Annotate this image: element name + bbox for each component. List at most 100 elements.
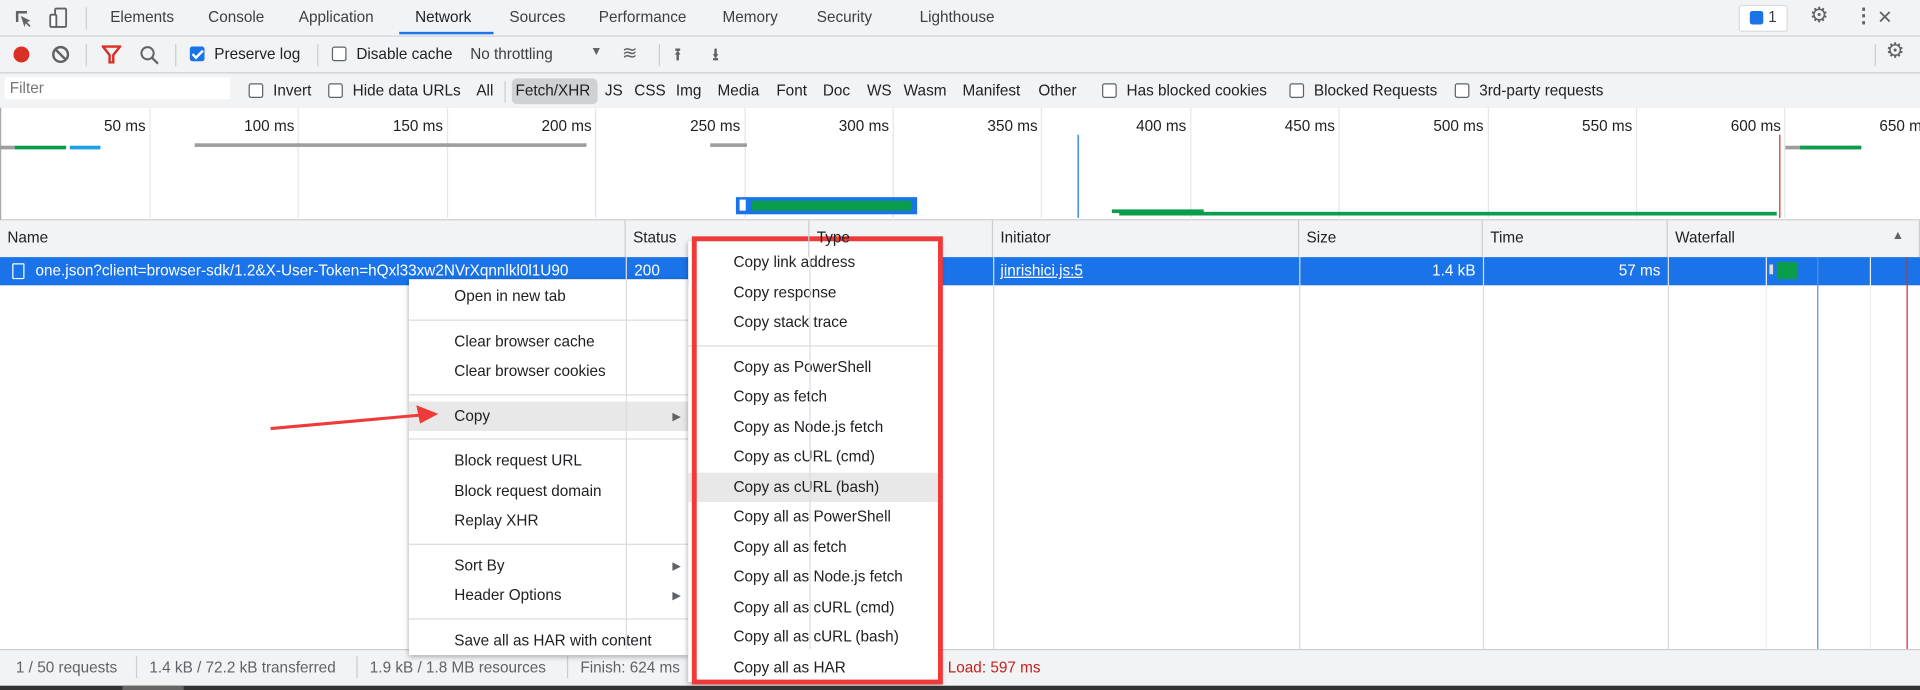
menu-item-clear-browser-cookies[interactable]: Clear browser cookies [409,356,688,385]
menu-item-save-all-as-har-with-content[interactable]: Save all as HAR with content [409,625,688,654]
filter-type-img[interactable]: Img [676,82,702,99]
window-bottom-edge [0,685,1920,690]
tab-elements[interactable]: Elements [110,9,174,26]
submenu-item-copy-as-node-js-fetch[interactable]: Copy as Node.js fetch [688,412,940,441]
column-header-waterfall[interactable]: Waterfall [1668,220,1920,258]
menu-item-open-in-new-tab[interactable]: Open in new tab [409,282,688,311]
tab-console[interactable]: Console [208,9,264,26]
menu-item-label: Open in new tab [454,287,566,305]
column-divider [809,257,811,649]
has-blocked-cookies-checkbox[interactable] [1102,83,1117,98]
menu-item-label: Copy all as fetch [733,538,847,556]
blocked-requests-checkbox[interactable] [1289,83,1305,98]
close-devtools-icon[interactable]: ✕ [1877,6,1892,28]
device-toolbar-icon[interactable] [49,7,69,28]
tab-application[interactable]: Application [299,9,374,26]
clear-icon[interactable] [51,45,70,64]
menu-item-label: Header Options [454,586,562,604]
submenu-item-copy-response[interactable]: Copy response [688,277,940,306]
invert-label: Invert [273,82,312,100]
filter-type-font[interactable]: Font [776,82,807,99]
submenu-item-copy-all-as-node-js-fetch[interactable]: Copy all as Node.js fetch [688,562,940,591]
filter-type-all[interactable]: All [476,82,493,99]
menu-item-label: Copy response [733,283,837,301]
load-line [1906,257,1908,649]
overview-gridline [1189,107,1192,218]
invert-checkbox[interactable] [248,83,264,98]
third-party-requests-checkbox[interactable] [1454,83,1470,98]
column-header-status[interactable]: Status [626,220,810,258]
filter-type-ws[interactable]: WS [867,82,892,99]
column-header-name[interactable]: Name [0,220,626,258]
export-har-icon[interactable]: ⭳ [713,42,719,71]
filter-type-wasm[interactable]: Wasm [904,82,947,99]
disable-cache-checkbox[interactable] [331,46,347,62]
overview-tick-label: 50 ms [104,117,146,135]
menu-separator [408,393,689,395]
filter-type-media[interactable]: Media [718,82,760,99]
filter-type-fetchxhr[interactable]: Fetch/XHR [516,82,591,99]
network-conditions-icon[interactable]: ≋ [622,42,637,64]
menu-item-block-request-url[interactable]: Block request URL [409,446,688,475]
menu-item-sort-by[interactable]: Sort By ▶ [409,550,688,579]
submenu-item-copy-as-curl-bash[interactable]: Copy as cURL (bash) [688,472,941,502]
hide-data-urls-checkbox[interactable] [328,83,343,98]
overview-tick-label: 500 ms [1433,117,1484,135]
overview-dom-content-loaded-line [1077,134,1079,218]
submenu-item-copy-all-as-powershell[interactable]: Copy all as PowerShell [688,502,940,531]
initiator-link[interactable]: jinrishici.js:5 [1000,262,1083,279]
submenu-arrow-icon: ▶ [672,558,681,572]
record-icon[interactable] [13,46,30,63]
filter-type-manifest[interactable]: Manifest [962,82,1020,99]
settings-gear-icon[interactable]: ⚙ [1810,4,1829,28]
tab-sources[interactable]: Sources [509,9,565,26]
request-time: 57 ms [1618,262,1661,280]
filter-input[interactable] [4,77,231,100]
filter-icon[interactable] [101,45,122,64]
issues-icon [1749,11,1764,25]
filter-type-doc[interactable]: Doc [823,82,850,99]
column-divider [1299,257,1301,649]
menu-item-label: Copy all as cURL (cmd) [733,598,895,616]
more-options-icon[interactable]: ⋮ [1854,4,1874,28]
menu-item-replay-xhr[interactable]: Replay XHR [409,506,688,535]
column-header-initiator[interactable]: Initiator [993,220,1300,258]
column-header-size[interactable]: Size [1299,220,1483,258]
menu-item-clear-browser-cache[interactable]: Clear browser cache [409,326,688,355]
preserve-log-checkbox[interactable] [189,46,205,62]
submenu-item-copy-all-as-fetch[interactable]: Copy all as fetch [688,532,940,561]
tab-lighthouse[interactable]: Lighthouse [920,9,995,26]
inspect-element-icon[interactable] [13,9,33,29]
submenu-item-copy-as-powershell[interactable]: Copy as PowerShell [688,352,940,381]
column-header-time[interactable]: Time [1483,220,1668,258]
tab-network[interactable]: Network [415,9,471,26]
overview-tick-label: 600 ms [1730,117,1781,135]
request-status: 200 [634,262,660,280]
waterfall-download-bar [1776,262,1798,280]
tab-security[interactable]: Security [817,9,872,26]
search-icon[interactable] [140,45,160,65]
submenu-item-copy-stack-trace[interactable]: Copy stack trace [688,307,940,336]
submenu-item-copy-all-as-curl-cmd[interactable]: Copy all as cURL (cmd) [688,592,940,621]
menu-item-block-request-domain[interactable]: Block request domain [409,476,688,505]
issues-button[interactable]: 1 [1738,4,1788,32]
horizontal-scrollbar[interactable] [122,685,184,690]
network-settings-gear-icon[interactable]: ⚙ [1886,39,1905,63]
tab-memory[interactable]: Memory [722,9,777,26]
column-divider [1482,257,1485,649]
submenu-item-copy-as-fetch[interactable]: Copy as fetch [688,382,940,411]
filter-type-js[interactable]: JS [605,82,623,99]
column-header-type[interactable]: Type [809,220,994,258]
menu-item-copy[interactable]: Copy ▶ [408,401,689,431]
submenu-item-copy-all-as-curl-bash[interactable]: Copy all as cURL (bash) [688,622,940,651]
table-row[interactable]: one.json?client=browser-sdk/1.2&X-User-T… [0,257,1920,286]
submenu-item-copy-as-curl-cmd[interactable]: Copy as cURL (cmd) [688,442,940,471]
import-har-icon[interactable]: ⭱ [675,42,681,71]
filter-type-other[interactable]: Other [1038,82,1076,99]
tab-performance[interactable]: Performance [599,9,687,26]
overview-request-bar [194,143,587,147]
submenu-item-copy-all-as-har[interactable]: Copy all as HAR [688,652,940,681]
filter-type-css[interactable]: CSS [634,82,665,99]
hide-data-urls-label: Hide data URLs [352,82,461,100]
menu-item-header-options[interactable]: Header Options ▶ [409,580,688,609]
